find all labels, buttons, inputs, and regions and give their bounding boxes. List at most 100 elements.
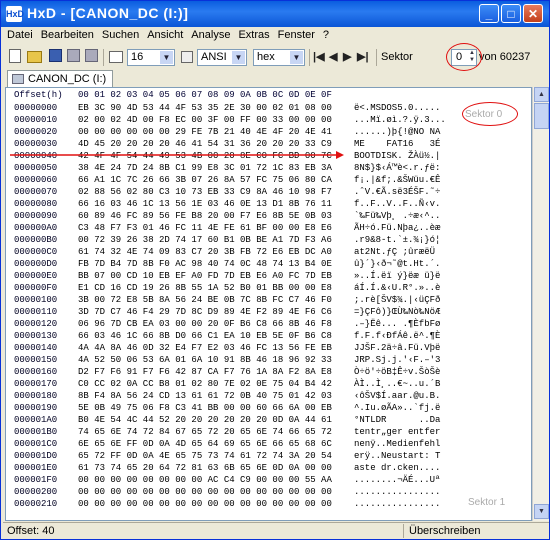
hex-row[interactable]: 00000020 00 00 00 00 00 00 29 FE 7B 21 40… (6, 126, 531, 138)
row-ascii-text[interactable]: =}ÇFô)}ŒÙ‰Nò‰NöÆ (354, 306, 440, 318)
row-hex-bytes[interactable]: 60 89 46 FC 89 56 FE B8 20 00 F7 E6 8B 5… (78, 210, 332, 222)
row-ascii-text[interactable]: f..F..V..F..Ñ‹v. (354, 198, 440, 210)
row-ascii-text[interactable]: at2Nt.ƒÇ ;ûræëÜ (354, 246, 440, 258)
menu-suchen[interactable]: Suchen (98, 27, 143, 43)
row-hex-bytes[interactable]: 61 73 74 65 20 64 72 81 63 6B 65 6E 0D 0… (78, 462, 332, 474)
hex-editor-view[interactable]: Offset(h) 00 01 02 03 04 05 06 07 08 09 … (5, 87, 532, 521)
row-ascii-text[interactable]: ................ (354, 486, 440, 498)
row-ascii-text[interactable]: f.F.f‹ÐfÁê.ë^.¶È (354, 330, 440, 342)
scroll-down-button[interactable]: ▼ (534, 504, 549, 519)
row-hex-bytes[interactable]: 00 00 00 00 00 00 29 FE 7B 21 40 4E 4F 2… (78, 126, 332, 138)
hex-row[interactable]: 00000100 3B 00 72 E8 5B 8A 56 24 BE 0B 7C… (6, 294, 531, 306)
title-bar[interactable]: HxD HxD - [CANON_DC (I:)] _ □ ✕ (1, 1, 549, 27)
row-hex-bytes[interactable]: 4D 45 20 20 20 20 46 41 54 31 36 20 20 2… (78, 138, 332, 150)
first-sector-button[interactable]: |◀ (313, 50, 325, 63)
row-ascii-text[interactable]: .–}Ëê... .¶ÈfbFø (354, 318, 440, 330)
hex-row[interactable]: 000001F0 00 00 00 00 00 00 00 00 AC C4 C9… (6, 474, 531, 486)
row-hex-bytes[interactable]: C3 48 F7 F3 01 46 FC 11 4E FE 61 BF 00 0… (78, 222, 332, 234)
row-ascii-text[interactable]: BOOTDISK. ŽÀü½.| (354, 150, 440, 162)
row-hex-bytes[interactable]: 06 96 7D CB EA 03 00 00 20 0F B6 C8 66 8… (78, 318, 332, 330)
hex-row[interactable]: 00000130 66 03 46 1C 66 8B D0 66 C1 EA 10… (6, 330, 531, 342)
row-hex-bytes[interactable]: 42 4F 4F 54 44 49 53 4B 00 20 8E C0 FC B… (78, 150, 332, 162)
row-hex-bytes[interactable]: 00 00 00 00 00 00 00 00 00 00 00 00 00 0… (78, 486, 332, 498)
next-sector-button[interactable]: ▶ (343, 50, 351, 63)
bytes-per-row-select[interactable]: 16 ▼ (127, 49, 175, 66)
row-ascii-text[interactable]: ÀÌ..Ì¸..€~..u.´B (354, 378, 440, 390)
row-hex-bytes[interactable]: 3D 7D C7 46 F4 29 7D 8C D9 89 4E F2 89 4… (78, 306, 332, 318)
row-hex-bytes[interactable]: BB 07 00 CD 10 EB EF A0 FD 7D EB E6 A0 F… (78, 270, 332, 282)
row-hex-bytes[interactable]: 61 74 32 4E 74 09 83 C7 20 3B FB 72 E6 E… (78, 246, 332, 258)
hex-row[interactable]: 000000D0 FB 7D B4 7D 8B F0 AC 98 40 74 0C… (6, 258, 531, 270)
scroll-thumb[interactable] (534, 103, 549, 129)
row-ascii-text[interactable]: 8N$}$‹Á™è<.r.ƒë: (354, 162, 440, 174)
row-hex-bytes[interactable]: D2 F7 F6 91 F7 F6 42 87 CA F7 76 1A 8A F… (78, 366, 332, 378)
hex-row[interactable]: 00000170 C0 CC 02 0A CC B8 01 02 80 7E 02… (6, 378, 531, 390)
row-ascii-text[interactable]: °NTLDR ..Da (354, 414, 440, 426)
hex-row[interactable]: 00000030 4D 45 20 20 20 20 46 41 54 31 36… (6, 138, 531, 150)
hex-row[interactable]: 00000140 4A 4A 8A 46 0D 32 E4 F7 E2 03 46… (6, 342, 531, 354)
hex-row[interactable]: 00000010 02 00 02 4D 00 F8 EC 00 3F 00 FF… (6, 114, 531, 126)
close-button[interactable]: ✕ (523, 4, 543, 23)
row-ascii-text[interactable]: f¡.|&f;.&ŠWüu.€Ê (354, 174, 440, 186)
hex-row[interactable]: 00000080 66 16 03 46 1C 13 56 1E 03 46 0E… (6, 198, 531, 210)
row-ascii-text[interactable]: tentr„ger entfer (354, 426, 440, 438)
hex-row[interactable]: 00000160 D2 F7 F6 91 F7 F6 42 87 CA F7 76… (6, 366, 531, 378)
row-hex-bytes[interactable]: 5E 0B 49 75 06 F8 C3 41 BB 00 00 60 66 6… (78, 402, 332, 414)
row-ascii-text[interactable]: ë<.MSDOS5.0..... (354, 102, 440, 114)
print-icon[interactable] (67, 49, 80, 62)
hex-row[interactable]: 00000040 42 4F 4F 54 44 49 53 4B 00 20 8E… (6, 150, 531, 162)
row-ascii-text[interactable]: `‰Fü‰Vþ¸ .÷æ‹^.. (354, 210, 440, 222)
row-hex-bytes[interactable]: 02 88 56 02 80 C3 10 73 EB 33 C9 8A 46 1… (78, 186, 332, 198)
hex-row[interactable]: 000000A0 C3 48 F7 F3 01 46 FC 11 4E FE 61… (6, 222, 531, 234)
tab-canon-dc[interactable]: CANON_DC (I:) (7, 70, 114, 88)
hex-row[interactable]: 00000110 3D 7D C7 46 F4 29 7D 8C D9 89 4E… (6, 306, 531, 318)
row-ascii-text[interactable]: JJŠF.2ä÷â.Fü.Vþë (354, 342, 440, 354)
row-ascii-text[interactable]: »..Í.ëï ý}ëæ ü}ë (354, 270, 440, 282)
menu-bearbeiten[interactable]: Bearbeiten (37, 27, 98, 43)
row-ascii-text[interactable]: û}´}‹ð¬˜@t.Ht.´. (354, 258, 440, 270)
row-hex-bytes[interactable]: 00 00 00 00 00 00 00 00 AC C4 C9 00 00 0… (78, 474, 332, 486)
minimize-button[interactable]: _ (479, 4, 499, 23)
hex-row[interactable]: 000001B0 74 65 6E 74 72 84 67 65 72 20 65… (6, 426, 531, 438)
row-hex-bytes[interactable]: E1 CD 16 CD 19 26 8B 55 1A 52 B0 01 BB 0… (78, 282, 332, 294)
row-ascii-text[interactable]: ÃH÷ó.Fü.Nþa¿..èæ (354, 222, 440, 234)
properties-icon[interactable] (85, 49, 98, 62)
hex-row[interactable]: 000001E0 61 73 74 65 20 64 72 81 63 6B 65… (6, 462, 531, 474)
row-ascii-text[interactable]: áÍ.Í.&‹U.R°.»..è (354, 282, 440, 294)
row-hex-bytes[interactable]: 74 65 6E 74 72 84 67 65 72 20 65 6E 74 6… (78, 426, 332, 438)
scroll-up-button[interactable]: ▲ (534, 87, 549, 102)
row-hex-bytes[interactable]: 38 4E 24 7D 24 8B C1 99 E8 3C 01 72 1C 8… (78, 162, 332, 174)
hex-row[interactable]: 000001C0 6E 65 6E FF 0D 0A 4D 65 64 69 65… (6, 438, 531, 450)
row-ascii-text[interactable]: ‹ôŠV$Í.aar.@u.B. (354, 390, 440, 402)
row-hex-bytes[interactable]: 02 00 02 4D 00 F8 EC 00 3F 00 FF 00 33 0… (78, 114, 332, 126)
row-hex-bytes[interactable]: 6E 65 6E FF 0D 0A 4D 65 64 69 65 6E 66 6… (78, 438, 332, 450)
hex-row[interactable]: 00000060 66 A1 1C 7C 26 66 3B 07 26 8A 57… (6, 174, 531, 186)
row-hex-bytes[interactable]: EB 3C 90 4D 53 44 4F 53 35 2E 30 00 02 0… (78, 102, 332, 114)
menu-datei[interactable]: Datei (3, 27, 37, 43)
previous-sector-button[interactable]: ◀ (329, 50, 337, 63)
charset-select[interactable]: ANSI ▼ (197, 49, 247, 66)
hex-row[interactable]: 000001D0 65 72 FF 0D 0A 4E 65 75 73 74 61… (6, 450, 531, 462)
hex-row[interactable]: 00000210 00 00 00 00 00 00 00 00 00 00 00… (6, 498, 531, 510)
row-ascii-text[interactable]: aste dr.cken.... (354, 462, 440, 474)
new-document-icon[interactable] (9, 49, 21, 63)
hex-row[interactable]: 00000200 00 00 00 00 00 00 00 00 00 00 00… (6, 486, 531, 498)
hex-row[interactable]: 000000E0 BB 07 00 CD 10 EB EF A0 FD 7D EB… (6, 270, 531, 282)
row-ascii-text[interactable]: .r9&8-t.`±.¾¡}ó¦ (354, 234, 440, 246)
row-ascii-text[interactable]: ...Mï.øì.?.ÿ.3... (354, 114, 446, 126)
maximize-button[interactable]: □ (501, 4, 521, 23)
row-hex-bytes[interactable]: FB 7D B4 7D 8B F0 AC 98 40 74 0C 48 74 1… (78, 258, 332, 270)
row-ascii-text[interactable]: nenÿ..Medienfehl (354, 438, 440, 450)
row-hex-bytes[interactable]: 66 A1 1C 7C 26 66 3B 07 26 8A 57 FC 75 0… (78, 174, 332, 186)
row-ascii-text[interactable]: ................ (354, 498, 440, 510)
last-sector-button[interactable]: ▶| (357, 50, 369, 63)
row-hex-bytes[interactable]: 3B 00 72 E8 5B 8A 56 24 BE 0B 7C 8B FC C… (78, 294, 332, 306)
row-ascii-text[interactable]: ........¬ÄÉ...Uª (354, 474, 440, 486)
hex-row[interactable]: 000001A0 B0 4E 54 4C 44 52 20 20 20 20 20… (6, 414, 531, 426)
row-hex-bytes[interactable]: 65 72 FF 0D 0A 4E 65 75 73 74 61 72 74 3… (78, 450, 332, 462)
row-ascii-text[interactable]: ;.rè[ŠV$¾.|‹üÇFð (354, 294, 440, 306)
row-hex-bytes[interactable]: 4A 52 50 06 53 6A 01 6A 10 91 8B 46 18 9… (78, 354, 332, 366)
menu-analyse[interactable]: Analyse (187, 27, 234, 43)
hex-row[interactable]: 00000050 38 4E 24 7D 24 8B C1 99 E8 3C 01… (6, 162, 531, 174)
hex-row[interactable]: 000000C0 61 74 32 4E 74 09 83 C7 20 3B FB… (6, 246, 531, 258)
